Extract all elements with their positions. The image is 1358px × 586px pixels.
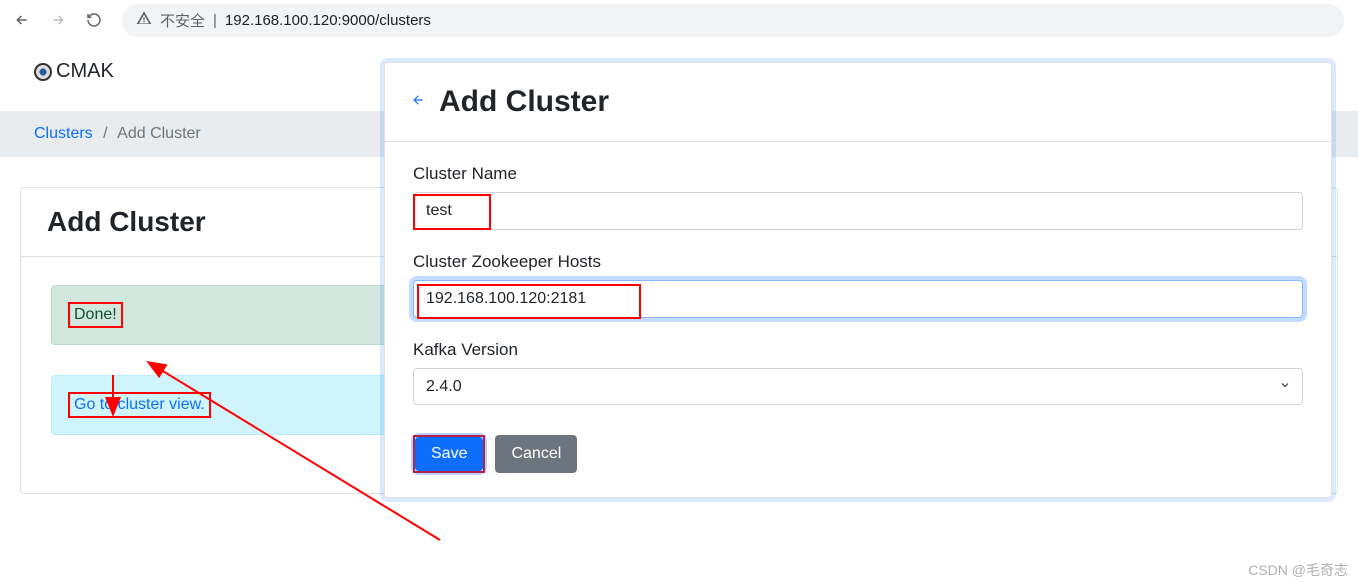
forward-icon[interactable] bbox=[50, 12, 66, 28]
zookeeper-hosts-input[interactable] bbox=[413, 280, 1303, 318]
done-text: Done! bbox=[68, 302, 123, 328]
zookeeper-hosts-label: Cluster Zookeeper Hosts bbox=[413, 252, 1303, 272]
watermark: CSDN @毛奇志 bbox=[1248, 560, 1348, 580]
cluster-name-input[interactable] bbox=[413, 192, 1303, 230]
save-button[interactable]: Save bbox=[415, 437, 483, 471]
modal-title: Add Cluster bbox=[439, 85, 609, 119]
cancel-button[interactable]: Cancel bbox=[495, 435, 577, 473]
cluster-name-label: Cluster Name bbox=[413, 164, 1303, 184]
kafka-version-label: Kafka Version bbox=[413, 340, 1303, 360]
add-cluster-modal: Add Cluster Cluster Name Cluster Zookeep… bbox=[384, 62, 1332, 498]
insecure-label: 不安全 bbox=[160, 10, 205, 31]
back-icon[interactable] bbox=[14, 12, 30, 28]
logo-icon bbox=[34, 63, 52, 81]
breadcrumb-clusters[interactable]: Clusters bbox=[34, 125, 93, 142]
reload-icon[interactable] bbox=[86, 12, 102, 28]
url-text: 192.168.100.120:9000/clusters bbox=[225, 12, 431, 29]
logo-text: CMAK bbox=[56, 60, 114, 83]
back-arrow-icon[interactable] bbox=[411, 93, 425, 112]
goto-cluster-link[interactable]: Go to cluster view. bbox=[74, 396, 205, 413]
breadcrumb-current: Add Cluster bbox=[117, 125, 201, 142]
url-bar[interactable]: 不安全 | 192.168.100.120:9000/clusters bbox=[122, 4, 1344, 37]
browser-toolbar: 不安全 | 192.168.100.120:9000/clusters bbox=[0, 0, 1358, 40]
breadcrumb-separator: / bbox=[97, 125, 113, 142]
warning-icon bbox=[136, 10, 152, 31]
kafka-version-select[interactable]: 2.4.0 bbox=[413, 368, 1303, 405]
